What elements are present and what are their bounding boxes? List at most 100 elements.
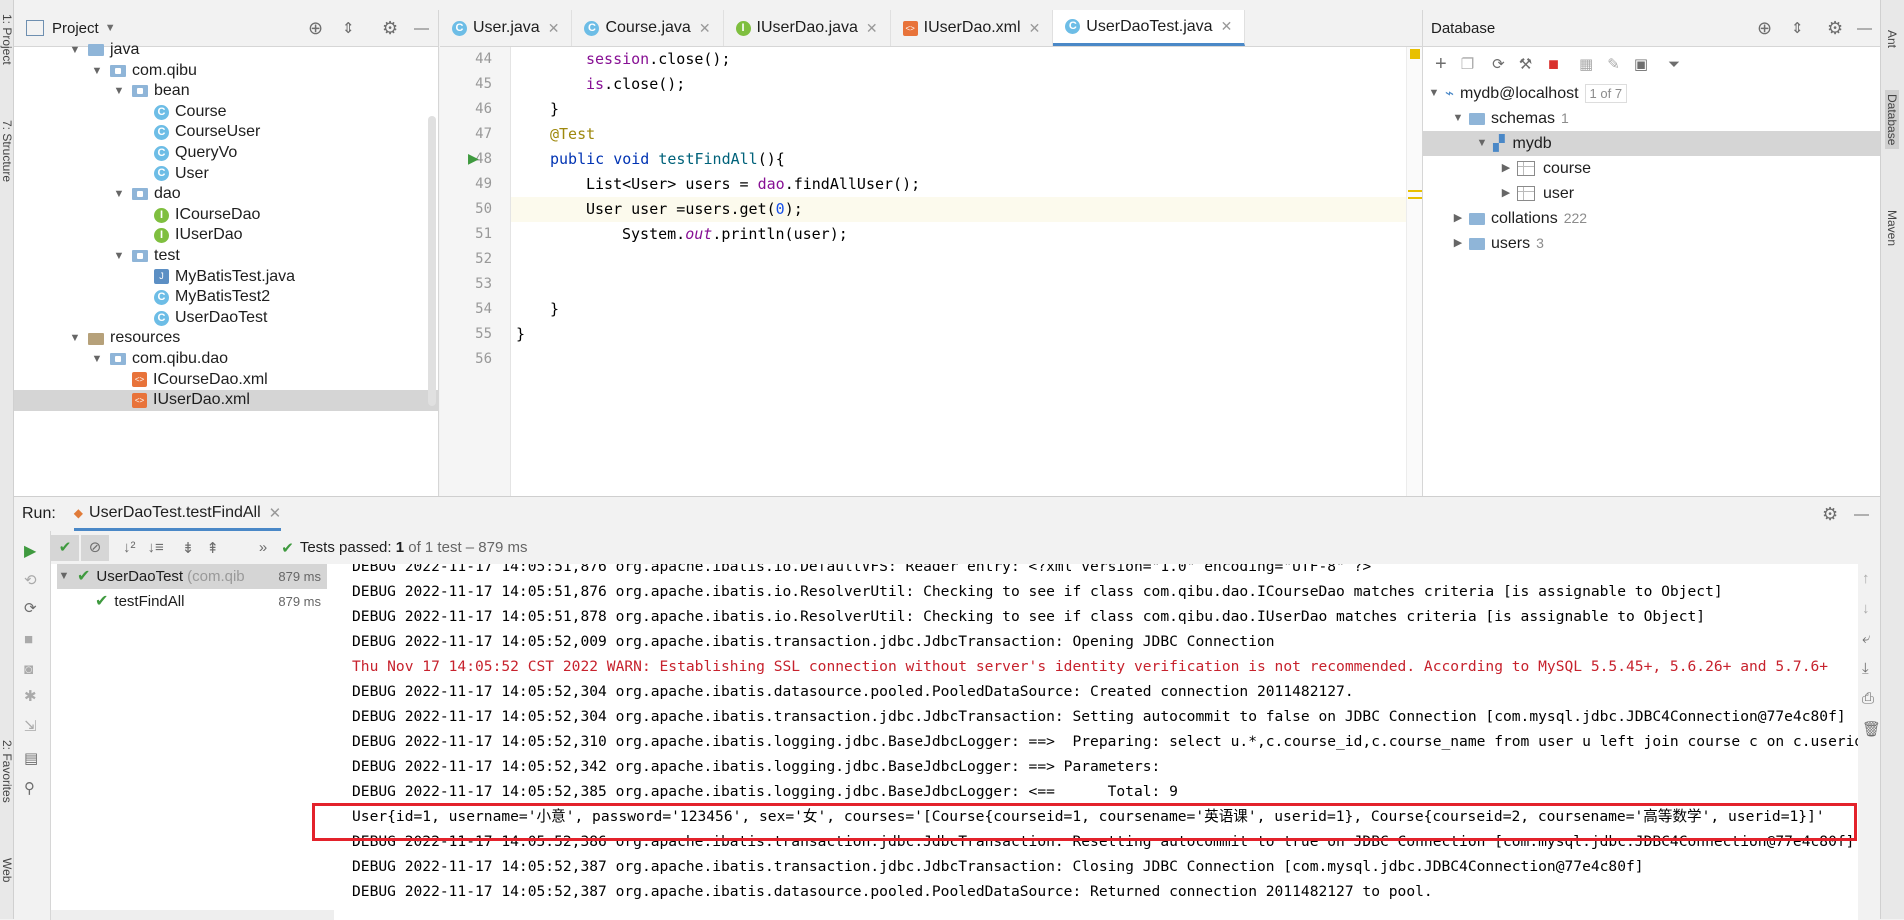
web-tool-button[interactable]: Web (0, 858, 14, 882)
down-arrow-icon[interactable]: ↓ (1862, 600, 1870, 617)
project-tree-item[interactable]: C QueryVo (14, 143, 438, 164)
stop-icon[interactable]: ■ (1548, 54, 1559, 75)
expand-arrow-icon[interactable]: ▼ (90, 349, 104, 370)
close-icon[interactable]: ✕ (1029, 20, 1041, 37)
console-output[interactable]: DEBUG 2022-11-17 14:05:51,876 org.apache… (334, 564, 1858, 920)
project-tree-item[interactable]: <> IUserDao.xml (14, 390, 438, 411)
close-icon[interactable]: ✕ (269, 504, 282, 522)
project-tree-item[interactable]: C User (14, 164, 438, 185)
run-tab[interactable]: ◆ UserDaoTest.testFindAll ✕ (73, 497, 282, 531)
rerun-failed-icon[interactable]: ⟲ (24, 571, 37, 589)
project-tree-item[interactable]: I ICourseDao (14, 205, 438, 226)
gear-icon[interactable]: ⚙ (382, 18, 398, 39)
editor-tab[interactable]: C UserDaoTest.java ✕ (1053, 10, 1246, 46)
db-users-node[interactable]: ▶ users 3 (1451, 231, 1544, 256)
minimize-icon[interactable]: — (1854, 506, 1869, 523)
project-tree-item[interactable]: ▼ resources (14, 328, 438, 349)
project-tree-item[interactable]: ▼ bean (14, 81, 438, 102)
more-icon[interactable]: » (259, 539, 267, 556)
project-tree-item[interactable]: ▼ com.qibu (14, 61, 438, 82)
minimize-icon[interactable]: — (1857, 20, 1872, 37)
favorites-tool-button[interactable]: 2: Favorites (0, 740, 14, 803)
change-marker[interactable] (1408, 197, 1422, 199)
layout-icon[interactable]: ▤ (24, 749, 38, 767)
db-schemas-node[interactable]: ▼ schemas 1 (1451, 106, 1569, 131)
project-tree-item[interactable]: C CourseUser (14, 122, 438, 143)
expand-arrow-icon[interactable]: ▼ (68, 328, 82, 349)
up-arrow-icon[interactable]: ↑ (1862, 570, 1870, 587)
editor-tab[interactable]: C User.java ✕ (440, 10, 573, 46)
expand-arrow-icon[interactable]: ▼ (112, 184, 126, 205)
scroll-to-end-icon[interactable]: ⤓ (1862, 660, 1869, 677)
soft-wrap-icon[interactable]: ⤶ (1862, 630, 1870, 647)
code-editor[interactable]: 44 45 46 47 48 49 50 51 52 53 54 55 56 ▶ session.clo… (440, 47, 1422, 496)
console-icon[interactable]: ▣ (1634, 55, 1648, 73)
show-ignored-icon[interactable]: ⊘ (81, 534, 109, 561)
project-title[interactable]: Project (52, 20, 99, 37)
print-icon[interactable]: ⎙ (1862, 690, 1874, 707)
chevron-down-icon[interactable]: ▼ (105, 22, 116, 34)
show-passed-icon[interactable]: ✔ (51, 534, 79, 561)
expand-arrow-icon[interactable]: ▼ (112, 81, 126, 102)
editor-scrollbar[interactable] (1406, 47, 1422, 496)
database-tool-button[interactable]: Database (1885, 90, 1899, 150)
export-icon[interactable]: ⇲ (24, 717, 37, 735)
expand-arrow-icon[interactable]: ▼ (68, 40, 82, 61)
project-tree-item[interactable]: C UserDaoTest (14, 308, 438, 329)
db-connection-node[interactable]: ▼ ⌁ mydb@localhost 1 of 7 (1427, 81, 1628, 106)
project-tree-item[interactable]: I IUserDao (14, 225, 438, 246)
collapse-all-icon[interactable]: ⇕ (342, 19, 355, 37)
collapse-all-icon[interactable]: ⇞ (206, 539, 219, 557)
project-tree-item[interactable]: J MyBatisTest.java (14, 267, 438, 288)
filter-icon[interactable]: ⏷ (1668, 56, 1680, 73)
toggle-auto-test-icon[interactable]: ⟳ (24, 599, 37, 617)
project-tree-item[interactable]: C Course (14, 102, 438, 123)
structure-tool-button[interactable]: 7: Structure (0, 120, 14, 182)
expand-all-icon[interactable]: ⇟ (182, 539, 195, 557)
add-icon[interactable]: + (1435, 53, 1447, 76)
db-collations-node[interactable]: ▶ collations 222 (1451, 206, 1587, 231)
sync-icon[interactable]: ⚒ (1519, 55, 1532, 73)
sort-alpha-icon[interactable]: ↓² (123, 539, 136, 556)
db-table-course[interactable]: ▶ course (1499, 156, 1591, 181)
maven-tool-button[interactable]: Maven (1885, 210, 1899, 246)
locate-icon[interactable]: ⊕ (308, 18, 323, 39)
expand-arrow-icon[interactable]: ▼ (112, 246, 126, 267)
stop-icon[interactable]: ■ (24, 631, 33, 648)
rerun-icon[interactable]: ▶ (24, 541, 36, 561)
project-tree-item[interactable]: ▼ dao (14, 184, 438, 205)
trash-icon[interactable]: 🗑 (1862, 720, 1881, 738)
gear-icon[interactable]: ⚙ (1827, 18, 1843, 39)
close-icon[interactable]: ✕ (866, 20, 878, 37)
db-table-user[interactable]: ▶ user (1499, 181, 1574, 206)
editor-tab[interactable]: I IUserDao.java ✕ (724, 10, 891, 46)
copy-icon[interactable]: ❐ (1461, 55, 1474, 73)
camera-icon[interactable]: ◙ (24, 661, 33, 678)
run-test-icon[interactable]: ▶ (468, 150, 479, 167)
collapse-all-icon[interactable]: ⇕ (1791, 19, 1804, 37)
pin-icon[interactable]: ⚲ (24, 779, 35, 797)
test-case-row[interactable]: ✔ testFindAll 879 ms (57, 589, 327, 614)
project-scrollbar[interactable] (428, 116, 436, 406)
debug-icon[interactable]: ✱ (24, 687, 37, 705)
project-tree-item[interactable]: ▼ test (14, 246, 438, 267)
change-marker[interactable] (1408, 190, 1422, 192)
project-tool-button[interactable]: 1: Project (0, 14, 14, 65)
close-icon[interactable]: ✕ (699, 20, 711, 37)
sort-duration-icon[interactable]: ↓≡ (148, 539, 164, 556)
test-suite-row[interactable]: ▼ ✔ UserDaoTest (com.qib 879 ms (57, 564, 327, 589)
refresh-icon[interactable]: ⟳ (1492, 55, 1505, 73)
locate-icon[interactable]: ⊕ (1757, 18, 1772, 39)
db-schema-mydb[interactable]: ▼ ▞ mydb (1423, 131, 1881, 156)
close-icon[interactable]: ✕ (548, 20, 560, 37)
expand-arrow-icon[interactable]: ▼ (90, 61, 104, 82)
warning-marker[interactable] (1410, 49, 1420, 59)
project-tree-item[interactable]: ▼ java (14, 40, 438, 61)
project-tree-item[interactable]: ▼ com.qibu.dao (14, 349, 438, 370)
project-tree-item[interactable]: C MyBatisTest2 (14, 287, 438, 308)
editor-tab[interactable]: C Course.java ✕ (572, 10, 724, 46)
edit-icon[interactable]: ✎ (1607, 55, 1620, 73)
table-icon[interactable]: ▦ (1579, 55, 1593, 73)
project-tree-item[interactable]: <> ICourseDao.xml (14, 370, 438, 391)
gear-icon[interactable]: ⚙ (1822, 504, 1838, 525)
